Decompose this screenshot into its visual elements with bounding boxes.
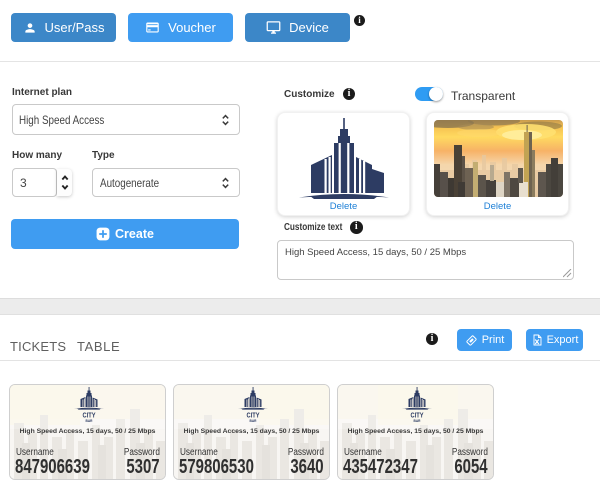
svg-text:BAR: BAR bbox=[86, 419, 94, 423]
svg-text:BAR: BAR bbox=[414, 419, 422, 423]
svg-text:BAR: BAR bbox=[250, 419, 258, 423]
